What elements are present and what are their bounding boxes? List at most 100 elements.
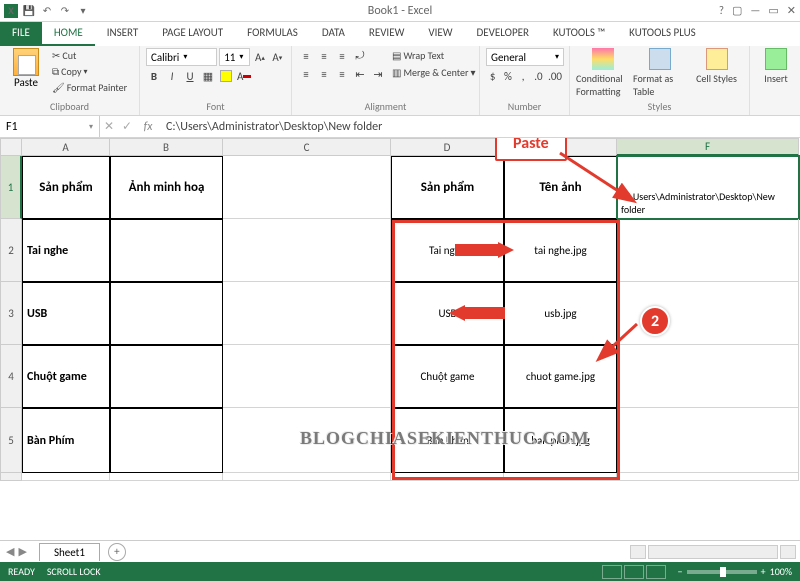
underline-button[interactable]: U (182, 68, 198, 84)
cell-e6[interactable] (504, 473, 617, 481)
bold-button[interactable]: B (146, 68, 162, 84)
col-header-f[interactable]: F (617, 138, 799, 156)
new-sheet-button[interactable]: + (108, 543, 126, 561)
zoom-out-button[interactable]: − (678, 565, 683, 578)
cell-d3[interactable]: USB (391, 282, 504, 345)
format-painter-button[interactable]: Format Painter (50, 80, 129, 95)
zoom-level[interactable]: 100% (770, 565, 792, 578)
indent-dec-button[interactable]: ⇤ (352, 66, 368, 82)
tab-pagelayout[interactable]: PAGE LAYOUT (150, 22, 235, 46)
font-color-button[interactable]: A (236, 68, 252, 84)
cell-a4[interactable]: Chuột game (22, 345, 110, 408)
shrink-font-button[interactable]: A▾ (270, 49, 285, 65)
cell-b6[interactable] (110, 473, 223, 481)
paste-button[interactable]: Paste (6, 48, 46, 89)
cell-b1[interactable]: Ảnh minh hoạ (110, 156, 223, 219)
align-middle-button[interactable]: ≡ (316, 48, 332, 64)
tab-kutoolsplus[interactable]: KUTOOLS PLUS (617, 22, 708, 46)
tab-view[interactable]: VIEW (416, 22, 464, 46)
tab-formulas[interactable]: FORMULAS (235, 22, 310, 46)
col-header-e[interactable]: E (504, 138, 617, 156)
insert-cells-button[interactable]: Insert (756, 48, 796, 85)
cell-e5[interactable]: ban phim.jpg (504, 408, 617, 473)
row-header-2[interactable]: 2 (0, 219, 22, 282)
align-top-button[interactable]: ≡ (298, 48, 314, 64)
cell-a3[interactable]: USB (22, 282, 110, 345)
maximize-icon[interactable]: ▭ (768, 4, 778, 17)
tab-file[interactable]: FILE (0, 22, 42, 46)
borders-button[interactable]: ▦ (200, 68, 216, 84)
cell-f6[interactable] (617, 473, 799, 481)
merge-center-button[interactable]: ▥ Merge & Center ▾ (390, 65, 477, 80)
cell-b3[interactable] (110, 282, 223, 345)
view-pagebreak-button[interactable] (646, 565, 666, 579)
col-header-b[interactable]: B (110, 138, 223, 156)
row-header-3[interactable]: 3 (0, 282, 22, 345)
cell-d6[interactable] (391, 473, 504, 481)
cell-c4[interactable] (223, 345, 391, 408)
conditional-formatting-button[interactable]: Conditional Formatting (576, 48, 629, 98)
cell-a5[interactable]: Bàn Phím (22, 408, 110, 473)
cell-e2[interactable]: tai nghe.jpg (504, 219, 617, 282)
cell-c2[interactable] (223, 219, 391, 282)
sheet-tab-1[interactable]: Sheet1 (39, 543, 100, 561)
cell-c6[interactable] (223, 473, 391, 481)
tab-home[interactable]: HOME (42, 22, 95, 46)
align-center-button[interactable]: ≡ (316, 66, 332, 82)
cell-styles-button[interactable]: Cell Styles (690, 48, 743, 85)
tab-kutools[interactable]: KUTOOLS ™ (541, 22, 617, 46)
align-bottom-button[interactable]: ≡ (334, 48, 350, 64)
cell-d5[interactable]: Bàn Phím (391, 408, 504, 473)
cell-f2[interactable] (617, 219, 799, 282)
select-all-corner[interactable] (0, 138, 22, 156)
comma-button[interactable]: , (517, 68, 530, 84)
cell-c1[interactable] (223, 156, 391, 219)
fx-button[interactable]: fx (136, 120, 160, 134)
formula-input[interactable]: C:\Users\Administrator\Desktop\New folde… (160, 120, 800, 134)
ribbon-opts-icon[interactable]: ▢ (732, 4, 742, 17)
col-header-d[interactable]: D (391, 138, 504, 156)
cut-button[interactable]: Cut (50, 48, 129, 63)
cell-c3[interactable] (223, 282, 391, 345)
cell-e3[interactable]: usb.jpg (504, 282, 617, 345)
percent-button[interactable]: % (501, 68, 514, 84)
number-format-combo[interactable]: General▾ (486, 48, 564, 66)
italic-button[interactable]: I (164, 68, 180, 84)
fill-color-button[interactable] (218, 68, 234, 84)
cell-f4[interactable] (617, 345, 799, 408)
cell-c5[interactable] (223, 408, 391, 473)
copy-button[interactable]: Copy ▾ (50, 64, 129, 79)
hscroll-right-button[interactable] (780, 545, 796, 559)
cell-f5[interactable] (617, 408, 799, 473)
grow-font-button[interactable]: A▴ (252, 49, 267, 65)
cell-b2[interactable] (110, 219, 223, 282)
cell-f3[interactable] (617, 282, 799, 345)
font-name-combo[interactable]: Calibri▾ (146, 48, 217, 66)
row-header-4[interactable]: 4 (0, 345, 22, 408)
row-header-1[interactable]: 1 (0, 156, 22, 219)
sheet-nav-next-icon[interactable]: ▶ (18, 545, 26, 558)
qat-redo-icon[interactable]: ↷ (58, 4, 72, 18)
col-header-c[interactable]: C (223, 138, 391, 156)
help-icon[interactable]: ? (719, 4, 724, 17)
cell-d1[interactable]: Sản phẩm (391, 156, 504, 219)
font-size-combo[interactable]: 11▾ (219, 48, 250, 66)
indent-inc-button[interactable]: ⇥ (370, 66, 386, 82)
format-as-table-button[interactable]: Format as Table (633, 48, 686, 98)
col-header-a[interactable]: A (22, 138, 110, 156)
qat-save-icon[interactable]: 💾 (22, 4, 36, 18)
cancel-formula-icon[interactable]: ✕ (100, 119, 118, 134)
row-header-5[interactable]: 5 (0, 408, 22, 473)
cell-d2[interactable]: Tai nghe (391, 219, 504, 282)
zoom-slider[interactable] (687, 570, 757, 574)
qat-undo-icon[interactable]: ↶ (40, 4, 54, 18)
cell-b5[interactable] (110, 408, 223, 473)
row-header-6[interactable] (0, 473, 22, 481)
hscroll-left-button[interactable] (630, 545, 646, 559)
view-layout-button[interactable] (624, 565, 644, 579)
name-box[interactable]: F1▾ (0, 116, 100, 137)
cell-e4[interactable]: chuot game.jpg (504, 345, 617, 408)
tab-developer[interactable]: DEVELOPER (465, 22, 541, 46)
tab-data[interactable]: DATA (310, 22, 357, 46)
cell-b4[interactable] (110, 345, 223, 408)
